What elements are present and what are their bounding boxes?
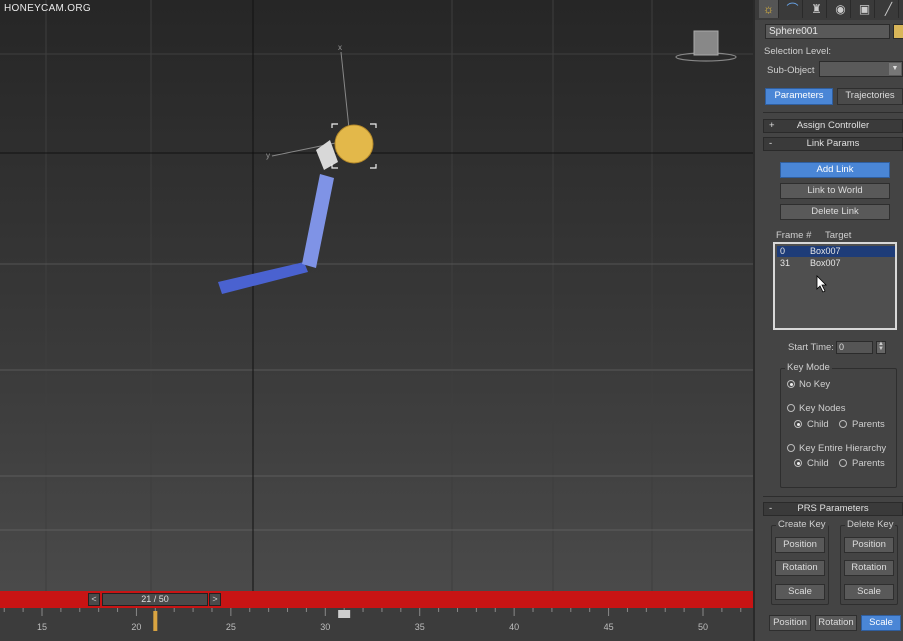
command-panel-tabs: ☼ ⌒ ♜ ◉ ▣ ╱ xyxy=(755,0,903,20)
rollout-title: Link Params xyxy=(806,138,860,149)
divider xyxy=(763,112,903,113)
no-key-radio[interactable] xyxy=(787,380,795,388)
parents-label: Parents xyxy=(852,419,885,430)
parents-radio[interactable] xyxy=(839,420,847,428)
ruler-label: 20 xyxy=(131,622,141,632)
key-entire-hierarchy-radio[interactable] xyxy=(787,444,795,452)
utilities-tab-icon[interactable]: ╱ xyxy=(879,0,899,18)
key-mode-title: Key Mode xyxy=(785,362,832,373)
current-frame-marker xyxy=(153,611,158,631)
prs-parameters-rollout[interactable]: - PRS Parameters xyxy=(763,502,903,516)
object-name-field[interactable]: Sphere001 xyxy=(765,24,890,39)
divider xyxy=(763,496,903,497)
position-mode-button[interactable]: Position xyxy=(769,615,811,631)
add-link-button[interactable]: Add Link xyxy=(780,162,890,178)
key-mode-group: Key Mode No Key Key Nodes Child Parents … xyxy=(780,362,897,488)
viewport-grid xyxy=(0,0,753,591)
link-target: Box007 xyxy=(810,246,841,256)
next-frame-button[interactable]: > xyxy=(209,593,221,606)
list-header-target: Target xyxy=(825,230,852,241)
list-item[interactable]: 31 Box007 xyxy=(777,258,895,269)
rotation-mode-button[interactable]: Rotation xyxy=(815,615,857,631)
delete-position-key-button[interactable]: Position xyxy=(844,537,894,553)
selection-level-label: Selection Level: xyxy=(764,46,832,57)
key-nodes-radio[interactable] xyxy=(787,404,795,412)
link-list[interactable]: 0 Box007 31 Box007 xyxy=(773,242,897,330)
create-key-group: Create Key Position Rotation Scale xyxy=(771,519,829,605)
track-bar-ruler: 15 20 25 30 35 40 45 50 xyxy=(3,608,742,632)
trajectories-button[interactable]: Trajectories xyxy=(837,88,903,105)
sub-object-dropdown[interactable]: ▼ xyxy=(819,61,903,77)
child-radio[interactable] xyxy=(794,420,802,428)
sub-object-label: Sub-Object xyxy=(767,65,815,76)
create-scale-key-button[interactable]: Scale xyxy=(775,584,825,600)
ruler-label: 45 xyxy=(604,622,614,632)
upper-bone xyxy=(302,174,334,268)
delete-key-title: Delete Key xyxy=(845,519,896,530)
create-rotation-key-button[interactable]: Rotation xyxy=(775,560,825,576)
link-target: Box007 xyxy=(810,258,841,268)
hierarchy-tab-icon[interactable]: ♜ xyxy=(807,0,827,18)
rollout-collapse-icon: - xyxy=(769,503,773,514)
ruler-label: 50 xyxy=(698,622,708,632)
list-item[interactable]: 0 Box007 xyxy=(777,246,895,257)
spinner-arrows-icon[interactable]: ▲ ▼ xyxy=(876,341,886,354)
track-bar[interactable]: 15 20 25 30 35 40 45 50 xyxy=(0,608,753,641)
time-slider-bar[interactable]: < 21 / 50 > xyxy=(0,591,753,608)
ruler-label: 15 xyxy=(37,622,47,632)
ruler-label: 25 xyxy=(226,622,236,632)
mouse-cursor-icon xyxy=(816,275,827,293)
perspective-viewport[interactable]: x y HONEYCAM.ORG xyxy=(0,0,753,591)
rollout-expand-icon: + xyxy=(769,120,775,131)
time-slider[interactable]: 21 / 50 xyxy=(102,593,208,606)
start-time-spinner[interactable]: 0 xyxy=(836,341,873,354)
gizmo-axis-x xyxy=(340,51,351,139)
start-time-label: Start Time: xyxy=(788,342,834,353)
link-frame: 31 xyxy=(780,258,791,268)
no-key-label: No Key xyxy=(799,379,831,390)
parents-label: Parents xyxy=(852,458,885,469)
child-label: Child xyxy=(807,458,829,469)
display-tab-icon[interactable]: ▣ xyxy=(855,0,875,18)
ruler-label: 40 xyxy=(509,622,519,632)
create-tab-sun-icon[interactable]: ☼ xyxy=(759,0,779,18)
link-frame: 0 xyxy=(780,246,786,256)
ruler-label: 35 xyxy=(415,622,425,632)
modify-tab-curve-icon[interactable]: ⌒ xyxy=(783,0,803,18)
ruler-label: 30 xyxy=(320,622,330,632)
delete-key-group: Delete Key Position Rotation Scale xyxy=(840,519,898,605)
lower-bone xyxy=(218,262,308,294)
assign-controller-rollout[interactable]: + Assign Controller xyxy=(763,119,903,133)
link-params-rollout[interactable]: - Link Params xyxy=(763,137,903,151)
parameters-button[interactable]: Parameters xyxy=(765,88,833,105)
rollout-title: PRS Parameters xyxy=(797,503,869,514)
watermark: HONEYCAM.ORG xyxy=(4,3,91,14)
svg-text:y: y xyxy=(266,151,270,160)
viewport-scene: x y xyxy=(0,0,753,591)
key-entire-hierarchy-label: Key Entire Hierarchy xyxy=(799,443,887,454)
app-window: x y HONEYCAM.ORG < 21 / 50 > 15 20 25 30 35 4… xyxy=(0,0,903,641)
chevron-down-icon: ▼ xyxy=(889,63,901,75)
rollout-title: Assign Controller xyxy=(796,120,870,131)
viewcube-icon xyxy=(675,30,737,62)
child-label: Child xyxy=(807,419,829,430)
prev-frame-button[interactable]: < xyxy=(88,593,100,606)
key-nodes-label: Key Nodes xyxy=(799,403,846,414)
delete-scale-key-button[interactable]: Scale xyxy=(844,584,894,600)
scale-mode-button[interactable]: Scale xyxy=(861,615,901,631)
link-to-world-button[interactable]: Link to World xyxy=(780,183,890,199)
rollout-collapse-icon: - xyxy=(769,138,773,149)
motion-tab-icon[interactable]: ◉ xyxy=(831,0,851,18)
object-color-swatch[interactable] xyxy=(893,24,903,39)
delete-rotation-key-button[interactable]: Rotation xyxy=(844,560,894,576)
command-panel: ☼ ⌒ ♜ ◉ ▣ ╱ Sphere001 Selection Level: S… xyxy=(753,0,903,641)
child-radio[interactable] xyxy=(794,459,802,467)
list-header-frame: Frame # xyxy=(776,230,812,241)
delete-link-button[interactable]: Delete Link xyxy=(780,204,890,220)
parents-radio[interactable] xyxy=(839,459,847,467)
create-key-title: Create Key xyxy=(776,519,828,530)
key-marker xyxy=(338,610,351,618)
svg-text:x: x xyxy=(338,43,342,52)
create-position-key-button[interactable]: Position xyxy=(775,537,825,553)
